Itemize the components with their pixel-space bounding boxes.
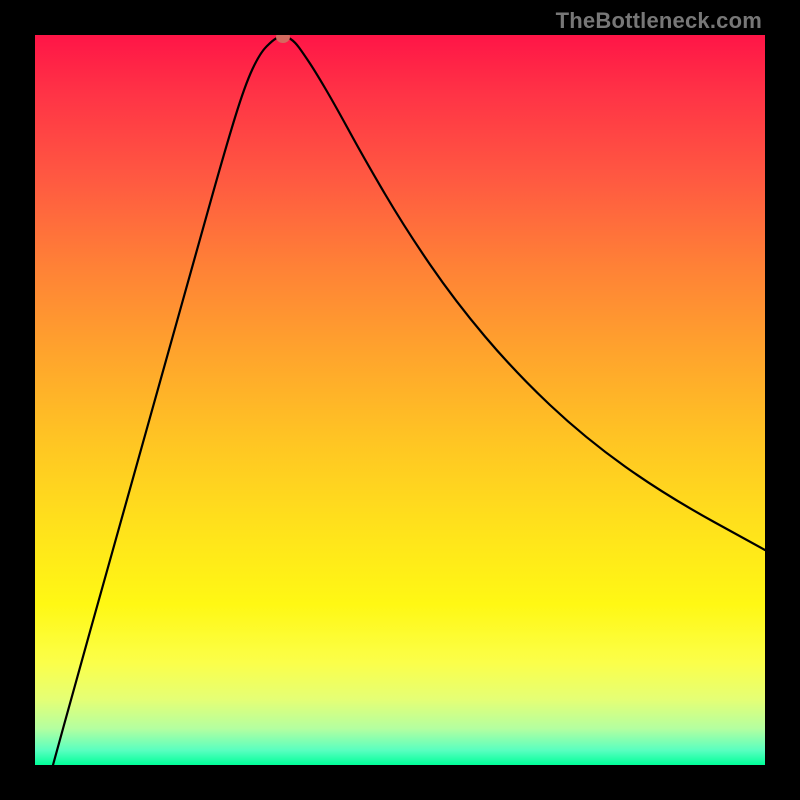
chart-container: TheBottleneck.com [0, 0, 800, 800]
optimal-marker [276, 35, 290, 43]
curve-path [53, 36, 765, 765]
plot-area [35, 35, 765, 765]
attribution-label: TheBottleneck.com [556, 8, 762, 34]
chart-svg [35, 35, 765, 765]
